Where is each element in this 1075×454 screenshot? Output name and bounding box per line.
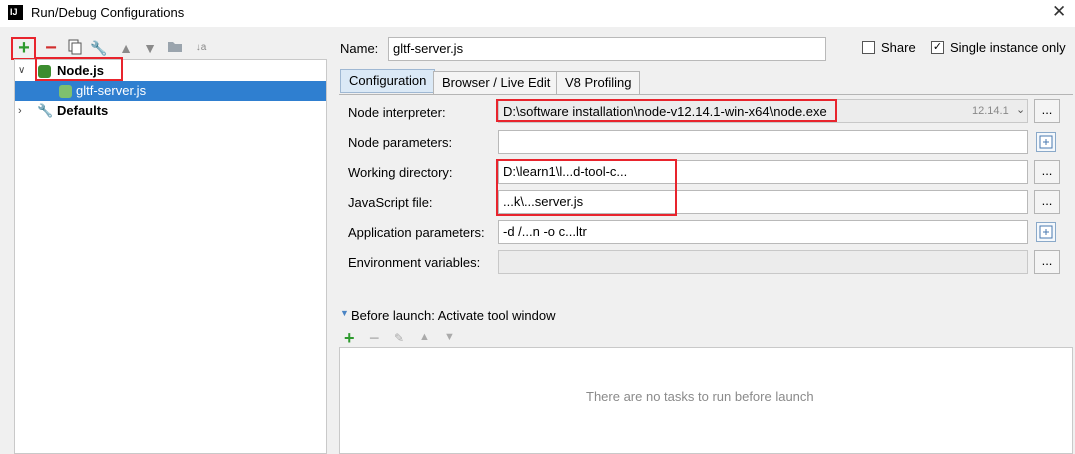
wrench-icon: 🔧 — [37, 103, 54, 118]
name-label: Name: — [340, 41, 379, 56]
window-title: Run/Debug Configurations — [31, 5, 185, 20]
remove-icon[interactable]: − — [42, 38, 60, 58]
path-highlight — [496, 159, 677, 216]
interpreter-highlight — [496, 99, 837, 122]
move-down-icon[interactable]: ▼ — [444, 331, 455, 343]
browse-javascript-file-button[interactable]: ... — [1034, 190, 1060, 214]
app-logo-icon: IJ — [8, 5, 23, 20]
application-parameters-label: Application parameters: — [348, 225, 485, 240]
sort-icon[interactable]: ↓a — [192, 39, 210, 57]
edit-task-icon[interactable]: ✎ — [394, 331, 404, 345]
empty-tasks-text: There are no tasks to run before launch — [586, 389, 814, 404]
browse-interpreter-button[interactable]: ... — [1034, 99, 1060, 123]
tree-label-defaults: Defaults — [57, 103, 109, 118]
folder-icon[interactable] — [166, 39, 184, 57]
name-input[interactable]: gltf-server.js — [388, 37, 826, 61]
add-task-icon[interactable]: + — [344, 328, 355, 349]
expand-icon[interactable] — [1036, 132, 1056, 152]
move-up-icon[interactable]: ▲ — [419, 331, 430, 343]
javascript-file-label: JavaScript file: — [348, 195, 433, 210]
tab-browser-live-edit[interactable]: Browser / Live Edit — [433, 71, 560, 95]
move-up-icon[interactable]: ▲ — [117, 39, 135, 57]
move-down-icon[interactable]: ▼ — [141, 39, 159, 57]
node-version: 12.14.1 — [972, 105, 1009, 117]
single-instance-checkbox[interactable]: ✓ — [931, 41, 944, 54]
wrench-icon[interactable]: 🔧 — [90, 39, 108, 57]
tree-node-defaults[interactable]: › 🔧 Defaults — [15, 101, 326, 121]
collapse-triangle-icon[interactable]: ▼ — [340, 308, 349, 318]
node-parameters-input[interactable] — [498, 130, 1028, 154]
chevron-down-icon[interactable]: ∨ — [18, 61, 25, 81]
node-interpreter-label: Node interpreter: — [348, 105, 446, 120]
nodejs-highlight — [35, 57, 123, 81]
tab-divider — [339, 94, 1073, 95]
chevron-right-icon[interactable]: › — [18, 101, 22, 121]
share-checkbox[interactable] — [862, 41, 875, 54]
tab-configuration[interactable]: Configuration — [340, 69, 436, 93]
browse-working-directory-button[interactable]: ... — [1034, 160, 1060, 184]
browse-environment-button[interactable]: ... — [1034, 250, 1060, 274]
environment-variables-input[interactable] — [498, 250, 1028, 274]
expand-icon[interactable] — [1036, 222, 1056, 242]
environment-variables-label: Environment variables: — [348, 255, 481, 270]
node-parameters-label: Node parameters: — [348, 135, 453, 150]
config-tree: ∨ Node.js gltf-server.js › 🔧 Defaults — [14, 59, 327, 454]
close-icon[interactable]: ✕ — [1052, 2, 1066, 22]
application-parameters-input[interactable]: -d /...n -o c...ltr — [498, 220, 1028, 244]
share-label: Share — [881, 40, 916, 55]
copy-icon[interactable] — [66, 39, 84, 57]
tree-node-gltf-server[interactable]: gltf-server.js — [15, 81, 326, 101]
tree-label-gltf-server: gltf-server.js — [76, 83, 147, 98]
remove-task-icon[interactable]: − — [369, 328, 380, 349]
tab-v8-profiling[interactable]: V8 Profiling — [556, 71, 641, 95]
nodejs-icon — [59, 85, 72, 98]
working-directory-label: Working directory: — [348, 165, 453, 180]
add-icon[interactable]: + — [15, 38, 33, 58]
chevron-down-icon[interactable]: ⌄ — [1016, 103, 1025, 116]
before-launch-header[interactable]: Before launch: Activate tool window — [351, 308, 556, 323]
single-instance-label: Single instance only — [950, 40, 1066, 55]
